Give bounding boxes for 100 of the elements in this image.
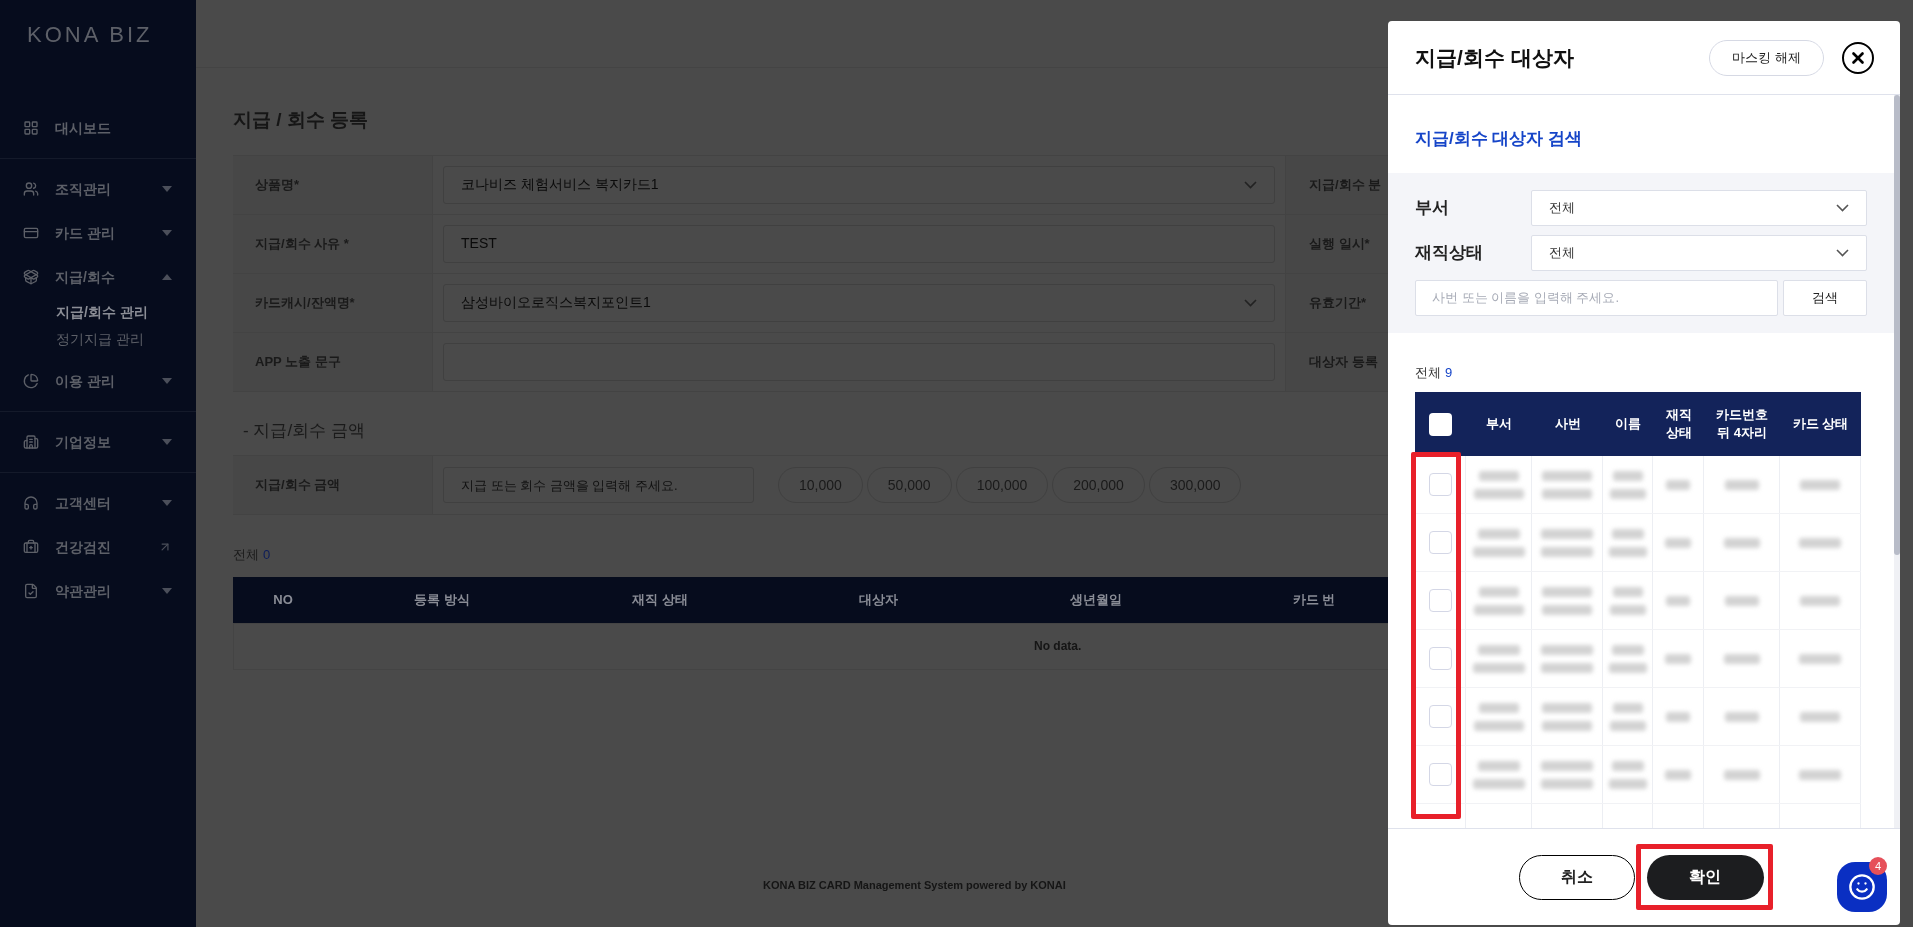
building-icon [23,434,39,450]
card-icon [23,225,39,241]
chevron-down-icon [1836,203,1849,212]
blurred-text [1541,644,1593,655]
column-header: NO [273,590,293,609]
blurred-text [1609,720,1646,731]
caret-down-icon [162,186,172,192]
total-count: 9 [1445,363,1453,382]
modal-title: 지급/회수 대상자 [1415,44,1575,71]
blurred-text [1473,488,1524,499]
people-icon [23,181,39,197]
blurred-text [1723,769,1760,780]
blurred-text [1608,546,1647,557]
select-field[interactable]: 코나비즈 체험서비스 복지카드1 [443,165,1275,204]
medical-kit-icon [23,539,39,555]
total-count: 0 [263,546,271,564]
blurred-text [1799,537,1841,548]
blurred-text [1472,778,1525,789]
total-label: 전체 [1415,363,1441,382]
column-header: 대상자 [858,590,898,609]
blurred-text [1478,586,1519,597]
blurred-text [1800,711,1840,722]
select-all-checkbox[interactable] [1429,412,1452,436]
blurred-text [1799,653,1841,664]
blurred-text [1477,760,1520,771]
blurred-text [1472,662,1525,673]
column-header: 등록 방식 [414,590,470,609]
confirm-button[interactable]: 확인 [1646,854,1764,900]
row-checkbox[interactable] [1428,473,1452,496]
sidebar-item[interactable]: 대시보드 [0,106,196,150]
blurred-text [1612,470,1643,481]
sidebar-item[interactable]: 카드 관리 [0,211,196,255]
sidebar-item[interactable]: 약관관리 [0,569,196,613]
blurred-text [1666,479,1690,490]
blurred-text [1724,595,1759,606]
row-checkbox[interactable] [1428,647,1452,670]
column-header: 사번 [1554,415,1581,433]
row-checkbox[interactable] [1428,705,1452,728]
caret-down-icon [162,378,172,384]
submenu-item[interactable]: 지급/회수 관리 [56,299,196,326]
blurred-text [1608,662,1647,673]
blurred-text [1723,653,1760,664]
blurred-text [1542,470,1592,481]
blurred-text [1800,479,1840,490]
caret-down-icon [162,588,172,594]
chevron-down-icon [1836,248,1849,257]
blurred-text [1665,769,1691,780]
sidebar-item[interactable]: 건강검진 [0,525,196,569]
chevron-down-icon [1244,180,1257,189]
column-header: 이름 [1615,415,1641,433]
filter-label: 부서 [1415,196,1450,219]
search-button[interactable]: 검색 [1783,279,1867,316]
headset-icon [23,495,39,511]
column-header: 생년월일 [1070,590,1122,609]
chat-icon [1848,873,1876,901]
blurred-text [1724,479,1759,490]
blurred-text [1541,528,1593,539]
blurred-text [1541,546,1593,557]
column-header: 재직 상태 [1665,406,1692,442]
sidebar-item[interactable]: 고객센터 [0,481,196,525]
search-field[interactable]: 사번 또는 이름을 입력해 주세요. [1415,279,1778,316]
column-header: 카드번호 뒤 4자리 [1716,406,1768,442]
select-field[interactable]: 전체 [1531,234,1867,271]
blurred-text [1609,488,1646,499]
row-checkbox[interactable] [1428,589,1452,612]
select-field[interactable]: 삼성바이오로직스복지포인트1 [443,283,1275,322]
blurred-text [1542,720,1592,731]
blurred-text [1612,702,1643,713]
sidebar-item[interactable]: 이용 관리 [0,359,196,403]
submenu-item[interactable]: 정기지급 관리 [56,326,196,353]
blurred-text [1472,546,1525,557]
sidebar-item[interactable]: 조직관리 [0,167,196,211]
blurred-text [1611,528,1644,539]
blurred-text [1541,760,1593,771]
row-checkbox[interactable] [1428,763,1452,786]
logo: KONA BIZ [27,20,153,49]
blurred-text [1542,604,1592,615]
column-header: 카드 상태 [1792,415,1849,433]
blurred-text [1666,711,1690,722]
input-field[interactable]: TEST [443,224,1275,263]
blurred-text [1478,702,1519,713]
blurred-text [1612,586,1643,597]
blurred-text [1724,711,1759,722]
blurred-text [1477,644,1520,655]
sidebar-item[interactable]: 기업정보 [0,420,196,464]
section-title: 지급/회수 대상자 검색 [1415,128,1584,150]
blurred-text [1799,769,1841,780]
column-header: 카드 번 [1292,590,1336,609]
row-checkbox[interactable] [1428,531,1452,554]
grid-icon [23,120,39,136]
select-field[interactable]: 전체 [1531,189,1867,226]
blurred-text [1542,586,1592,597]
blurred-text [1665,537,1691,548]
blurred-text [1609,604,1646,615]
blurred-text [1473,604,1524,615]
close-button[interactable] [1842,41,1874,74]
sidebar-item[interactable]: 지급/회수 [0,255,196,299]
caret-down-icon [162,439,172,445]
blurred-text [1542,702,1592,713]
blurred-text [1478,470,1519,481]
